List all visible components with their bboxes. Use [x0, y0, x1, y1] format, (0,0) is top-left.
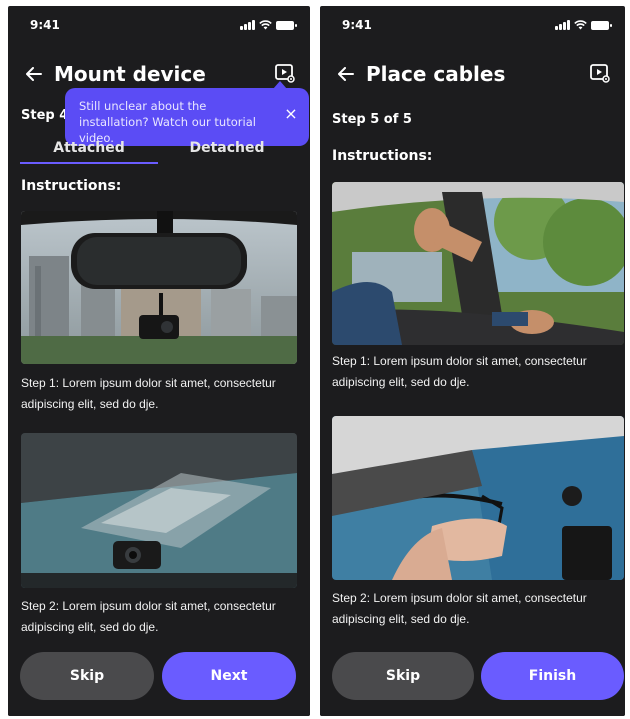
- finish-button[interactable]: Finish: [481, 652, 624, 700]
- system-indicators: [240, 20, 297, 30]
- signal-icon: [555, 20, 570, 30]
- step-1-caption: Step 1: Lorem ipsum dolor sit amet, cons…: [21, 376, 276, 411]
- tutorial-tooltip[interactable]: Still unclear about the installation? Wa…: [65, 81, 309, 146]
- footer-actions: Skip Next: [8, 646, 310, 716]
- status-time: 9:41: [342, 18, 372, 32]
- status-time: 9:41: [30, 18, 60, 32]
- step-2-caption: Step 2: Lorem ipsum dolor sit amet, cons…: [21, 599, 276, 634]
- battery-icon: [276, 20, 297, 30]
- video-settings-icon[interactable]: [589, 62, 613, 86]
- step-1-photo: [332, 182, 624, 345]
- battery-icon: [591, 20, 612, 30]
- step-2-photo: [21, 433, 297, 588]
- header: Place cables: [320, 58, 625, 90]
- mount-type-tabs: Attached Detached: [20, 140, 296, 164]
- step-1-caption: Step 1: Lorem ipsum dolor sit amet, cons…: [332, 354, 587, 389]
- step-1-photo: [21, 211, 297, 364]
- place-cables-screen: 9:41 Place cables Step 5 of 5 Instructio…: [320, 6, 625, 716]
- page-title: Mount device: [54, 62, 206, 86]
- step-label: Step 4: [21, 108, 69, 123]
- close-icon[interactable]: ×: [283, 106, 299, 122]
- mount-device-screen: 9:41 Mount device Step 4 Still unclear a…: [8, 6, 310, 716]
- page-title: Place cables: [366, 62, 506, 86]
- tab-detached[interactable]: Detached: [158, 140, 296, 164]
- instructions-heading: Instructions:: [332, 148, 433, 164]
- tooltip-text: Still unclear about the installation? Wa…: [79, 99, 256, 145]
- header: Mount device: [8, 58, 310, 90]
- status-bar: 9:41: [320, 18, 625, 34]
- step-2-photo: [332, 416, 624, 580]
- skip-button[interactable]: Skip: [20, 652, 154, 700]
- step-2-caption: Step 2: Lorem ipsum dolor sit amet, cons…: [332, 591, 587, 626]
- back-arrow-icon[interactable]: [22, 62, 46, 86]
- footer-actions: Skip Finish: [320, 646, 625, 716]
- skip-button[interactable]: Skip: [332, 652, 474, 700]
- signal-icon: [240, 20, 255, 30]
- status-bar: 9:41: [8, 18, 310, 34]
- wifi-icon: [574, 20, 587, 30]
- instructions-heading: Instructions:: [21, 178, 122, 194]
- wifi-icon: [259, 20, 272, 30]
- system-indicators: [555, 20, 612, 30]
- step-label: Step 5 of 5: [332, 112, 412, 127]
- next-button[interactable]: Next: [162, 652, 296, 700]
- tab-attached[interactable]: Attached: [20, 140, 158, 164]
- back-arrow-icon[interactable]: [334, 62, 358, 86]
